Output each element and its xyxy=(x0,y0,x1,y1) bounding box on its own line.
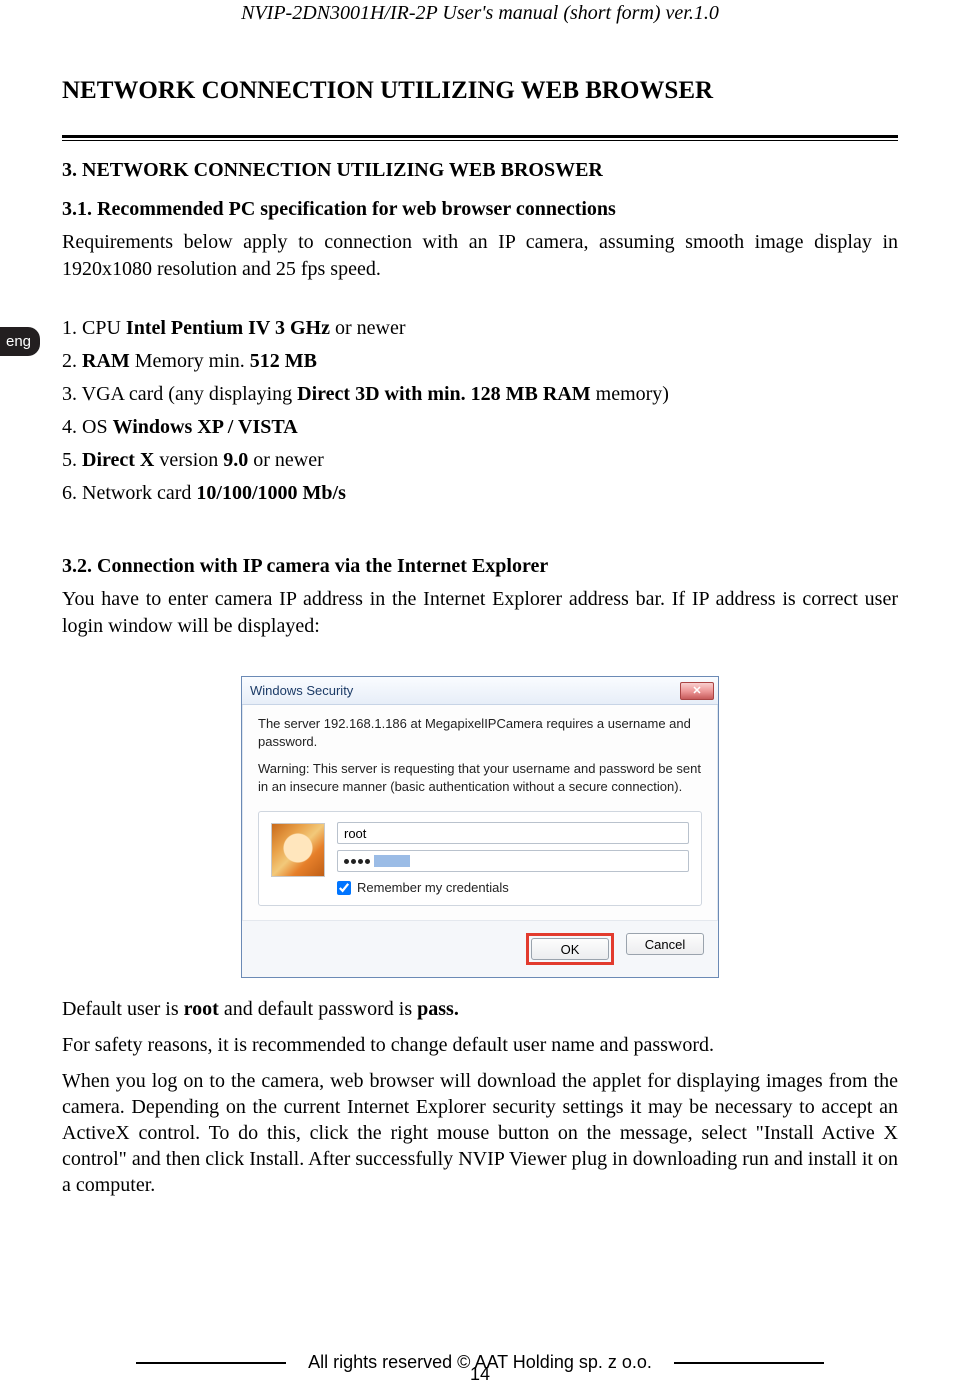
remember-label: Remember my credentials xyxy=(357,880,509,895)
section-3-title: 3. NETWORK CONNECTION UTILIZING WEB BROS… xyxy=(62,159,898,182)
language-tab: eng xyxy=(0,327,40,356)
spec-item: 1. CPU Intel Pentium IV 3 GHz or newer xyxy=(62,317,898,340)
section-3-1-title: 3.1. Recommended PC specification for we… xyxy=(62,198,898,221)
section-3-2-title: 3.2. Connection with IP camera via the I… xyxy=(62,555,898,578)
spec-list: 1. CPU Intel Pentium IV 3 GHz or newer 2… xyxy=(62,317,898,505)
dialog-title-text: Windows Security xyxy=(250,683,680,698)
ok-button-highlight: OK xyxy=(526,933,614,965)
cancel-button[interactable]: Cancel xyxy=(626,933,704,955)
page-title: NETWORK CONNECTION UTILIZING WEB BROWSER xyxy=(62,77,898,105)
ok-button[interactable]: OK xyxy=(531,938,609,960)
remember-credentials-checkbox[interactable]: Remember my credentials xyxy=(337,880,689,895)
remember-checkbox-input[interactable] xyxy=(337,881,351,895)
windows-security-dialog: Windows Security ✕ The server 192.168.1.… xyxy=(241,676,719,978)
dialog-message-2: Warning: This server is requesting that … xyxy=(258,760,702,795)
close-icon[interactable]: ✕ xyxy=(680,682,714,700)
password-field[interactable] xyxy=(337,850,689,872)
divider xyxy=(62,135,898,141)
safety-line: For safety reasons, it is recommended to… xyxy=(62,1032,898,1058)
spec-item: 4. OS Windows XP / VISTA xyxy=(62,416,898,439)
doc-header: NVIP-2DN3001H/IR-2P User's manual (short… xyxy=(62,0,898,25)
page-number: 14 xyxy=(0,1364,960,1385)
username-field[interactable] xyxy=(337,822,689,844)
section-3-1-intro: Requirements below apply to connection w… xyxy=(62,229,898,283)
spec-item: 6. Network card 10/100/1000 Mb/s xyxy=(62,482,898,505)
activex-paragraph: When you log on to the camera, web brows… xyxy=(62,1068,898,1198)
spec-item: 3. VGA card (any displaying Direct 3D wi… xyxy=(62,383,898,406)
credentials-panel: Remember my credentials xyxy=(258,811,702,906)
default-credentials-line: Default user is root and default passwor… xyxy=(62,996,898,1022)
section-3-2-intro: You have to enter camera IP address in t… xyxy=(62,586,898,640)
dialog-message-1: The server 192.168.1.186 at MegapixelIPC… xyxy=(258,715,702,750)
user-avatar-icon xyxy=(271,823,325,877)
spec-item: 2. RAM Memory min. 512 MB xyxy=(62,350,898,373)
spec-item: 5. Direct X version 9.0 or newer xyxy=(62,449,898,472)
dialog-titlebar: Windows Security ✕ xyxy=(242,677,718,705)
